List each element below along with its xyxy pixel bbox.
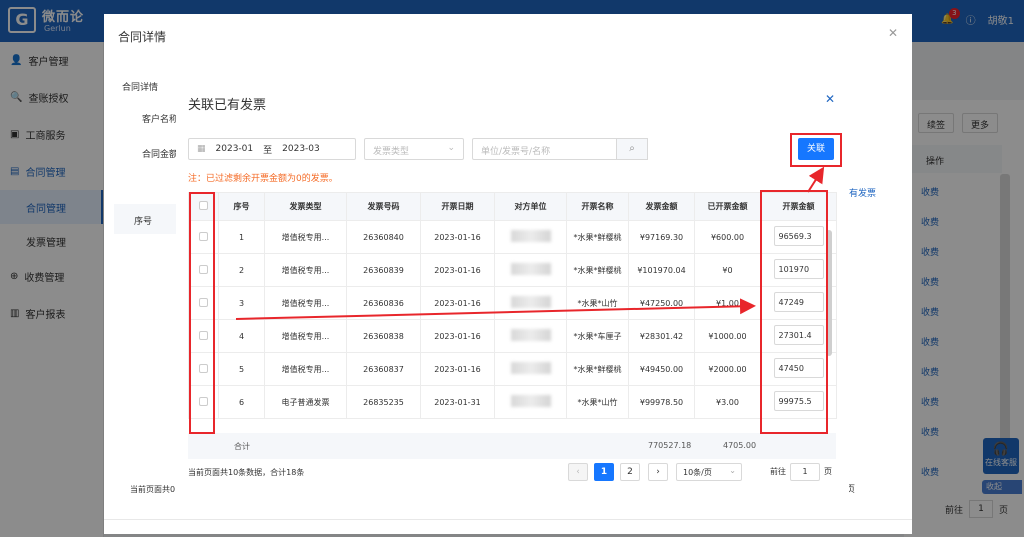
annotation-arrows [235, 166, 825, 320]
